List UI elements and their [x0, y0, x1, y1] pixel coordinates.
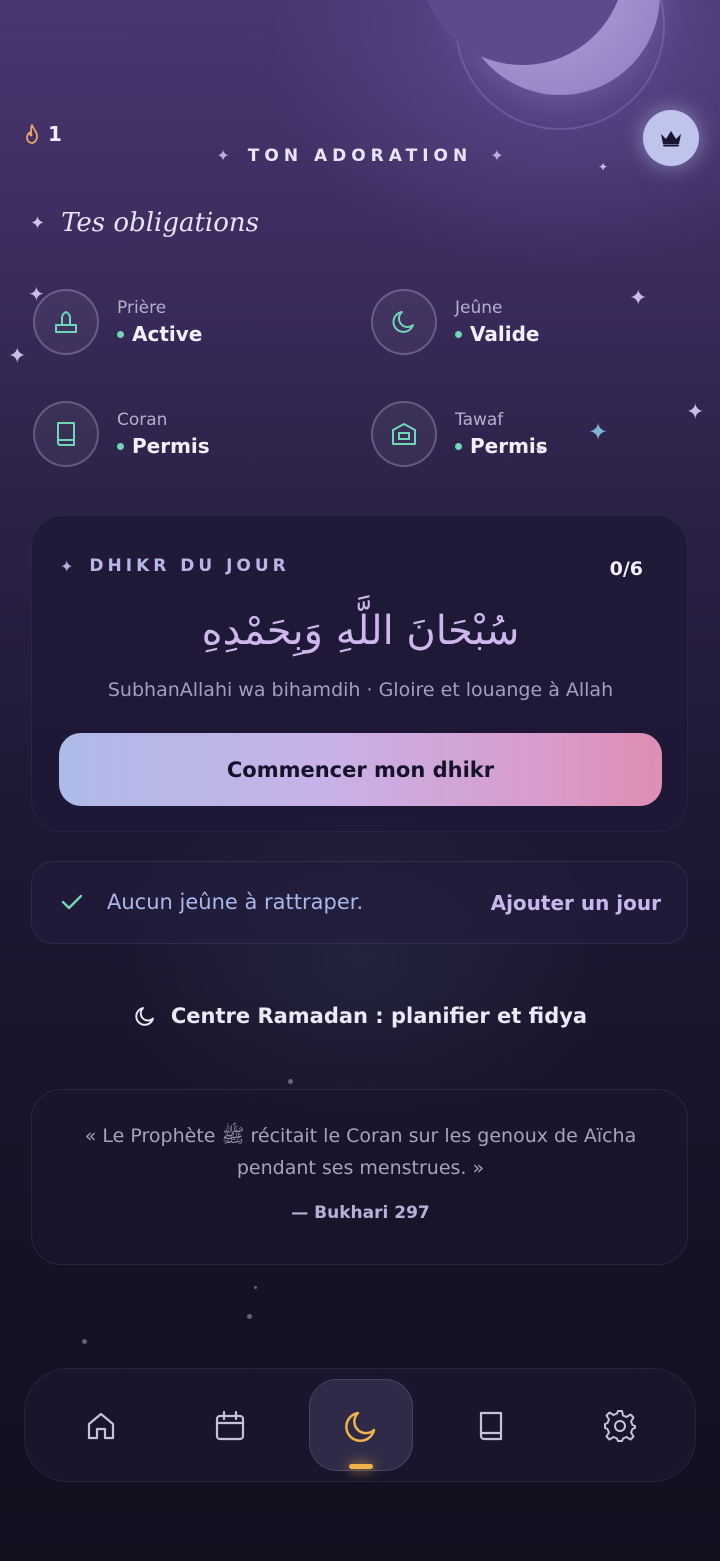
crown-icon: [661, 131, 681, 147]
moon-icon: [392, 311, 414, 333]
obligation-jeune[interactable]: Jeûne Valide: [371, 289, 539, 355]
hadith-quote-text: « Le Prophète ﷺ récitait le Coran sur le…: [84, 1125, 637, 1179]
nav-item-library[interactable]: [446, 1369, 536, 1483]
bottom-navigation: [24, 1368, 696, 1482]
obligation-status: Valide: [470, 322, 540, 346]
ramadan-center-link[interactable]: Centre Ramadan : planifier et fidya: [0, 1004, 720, 1028]
star-dot: [82, 1339, 87, 1344]
page-title-text: TON ADORATION: [247, 146, 473, 166]
obligation-priere[interactable]: Prière Active: [33, 289, 202, 355]
settings-gear-icon: [604, 1410, 636, 1442]
book-icon: [57, 422, 75, 446]
home-icon: [87, 1412, 115, 1440]
dhikr-title: DHIKR DU JOUR: [89, 556, 290, 576]
moon-icon: [135, 1007, 154, 1026]
sparkle-icon: ✦: [490, 146, 504, 165]
status-dot: [117, 330, 124, 338]
streak-counter: 1: [24, 122, 62, 146]
status-dot: [455, 330, 462, 338]
dhikr-header: ✦ DHIKR DU JOUR: [60, 556, 290, 576]
obligation-label: Coran: [117, 410, 168, 430]
star-dot: [254, 1286, 257, 1289]
obligation-icon-wrapper: [371, 401, 437, 467]
dhikr-transliteration: SubhanAllahi wa bihamdih · Gloire et lou…: [107, 679, 614, 701]
fasting-status-card: Aucun jeûne à rattraper. Ajouter un jour: [31, 861, 688, 944]
hadith-quote-card: « Le Prophète ﷺ récitait le Coran sur le…: [31, 1089, 688, 1265]
nav-item-home[interactable]: [56, 1369, 146, 1483]
flame-icon: [26, 124, 38, 144]
star-dot: [288, 1079, 293, 1084]
obligation-icon-wrapper: [33, 289, 99, 355]
obligation-coran[interactable]: Coran Permis: [33, 401, 210, 467]
obligation-label: Jeûne: [455, 298, 503, 318]
calendar-icon: [215, 1410, 245, 1441]
dhikr-card: ✦ DHIKR DU JOUR 0/6 سُبْحَانَ اللَّهِ وَ…: [31, 515, 688, 832]
add-fast-day-button[interactable]: Ajouter un jour: [491, 891, 661, 915]
obligation-tawaf[interactable]: Tawaf Permis: [371, 401, 548, 467]
sparkle-icon: ✦: [60, 556, 74, 576]
check-icon: [61, 894, 83, 910]
book-icon: [479, 1411, 503, 1441]
obligation-label: Tawaf: [455, 410, 504, 430]
status-dot: [117, 442, 124, 450]
sparkle-icon: ✦: [30, 212, 46, 234]
obligation-status: Permis: [132, 434, 210, 458]
nav-item-settings[interactable]: [575, 1369, 665, 1483]
obligation-icon-wrapper: [371, 289, 437, 355]
status-dot: [455, 442, 462, 450]
start-dhikr-button[interactable]: Commencer mon dhikr: [59, 733, 662, 806]
dhikr-progress-count: 0/6: [609, 558, 643, 580]
obligations-section-title: ✦ Tes obligations: [30, 208, 259, 238]
page-title: ✦ TON ADORATION ✦: [0, 146, 720, 166]
dhikr-arabic-text: سُبْحَانَ اللَّهِ وَبِحَمْدِهِ: [201, 608, 520, 654]
moon-icon: [345, 1411, 376, 1443]
nav-item-adoration[interactable]: [316, 1369, 406, 1483]
obligation-icon-wrapper: [33, 401, 99, 467]
fasting-status-text: Aucun jeûne à rattraper.: [107, 890, 364, 914]
sparkle-icon: ✦: [629, 286, 648, 311]
kaaba-icon: [392, 423, 416, 445]
star-dot: [247, 1314, 252, 1319]
prayer-mat-icon: [55, 311, 77, 333]
sparkle-icon: ✦: [686, 400, 705, 425]
obligation-status: Permis: [470, 434, 548, 458]
nav-item-calendar[interactable]: [185, 1369, 275, 1483]
obligation-label: Prière: [117, 298, 167, 318]
streak-count: 1: [48, 122, 62, 146]
sparkle-icon: ✦: [588, 418, 609, 446]
sparkle-icon: ✦: [8, 344, 27, 369]
sparkle-icon: ✦: [216, 146, 230, 165]
obligation-status: Active: [132, 322, 203, 346]
hadith-quote-source: — Bukhari 297: [291, 1203, 430, 1223]
obligations-title: Tes obligations: [61, 208, 259, 238]
ramadan-center-label: Centre Ramadan : planifier et fidya: [170, 1004, 588, 1028]
